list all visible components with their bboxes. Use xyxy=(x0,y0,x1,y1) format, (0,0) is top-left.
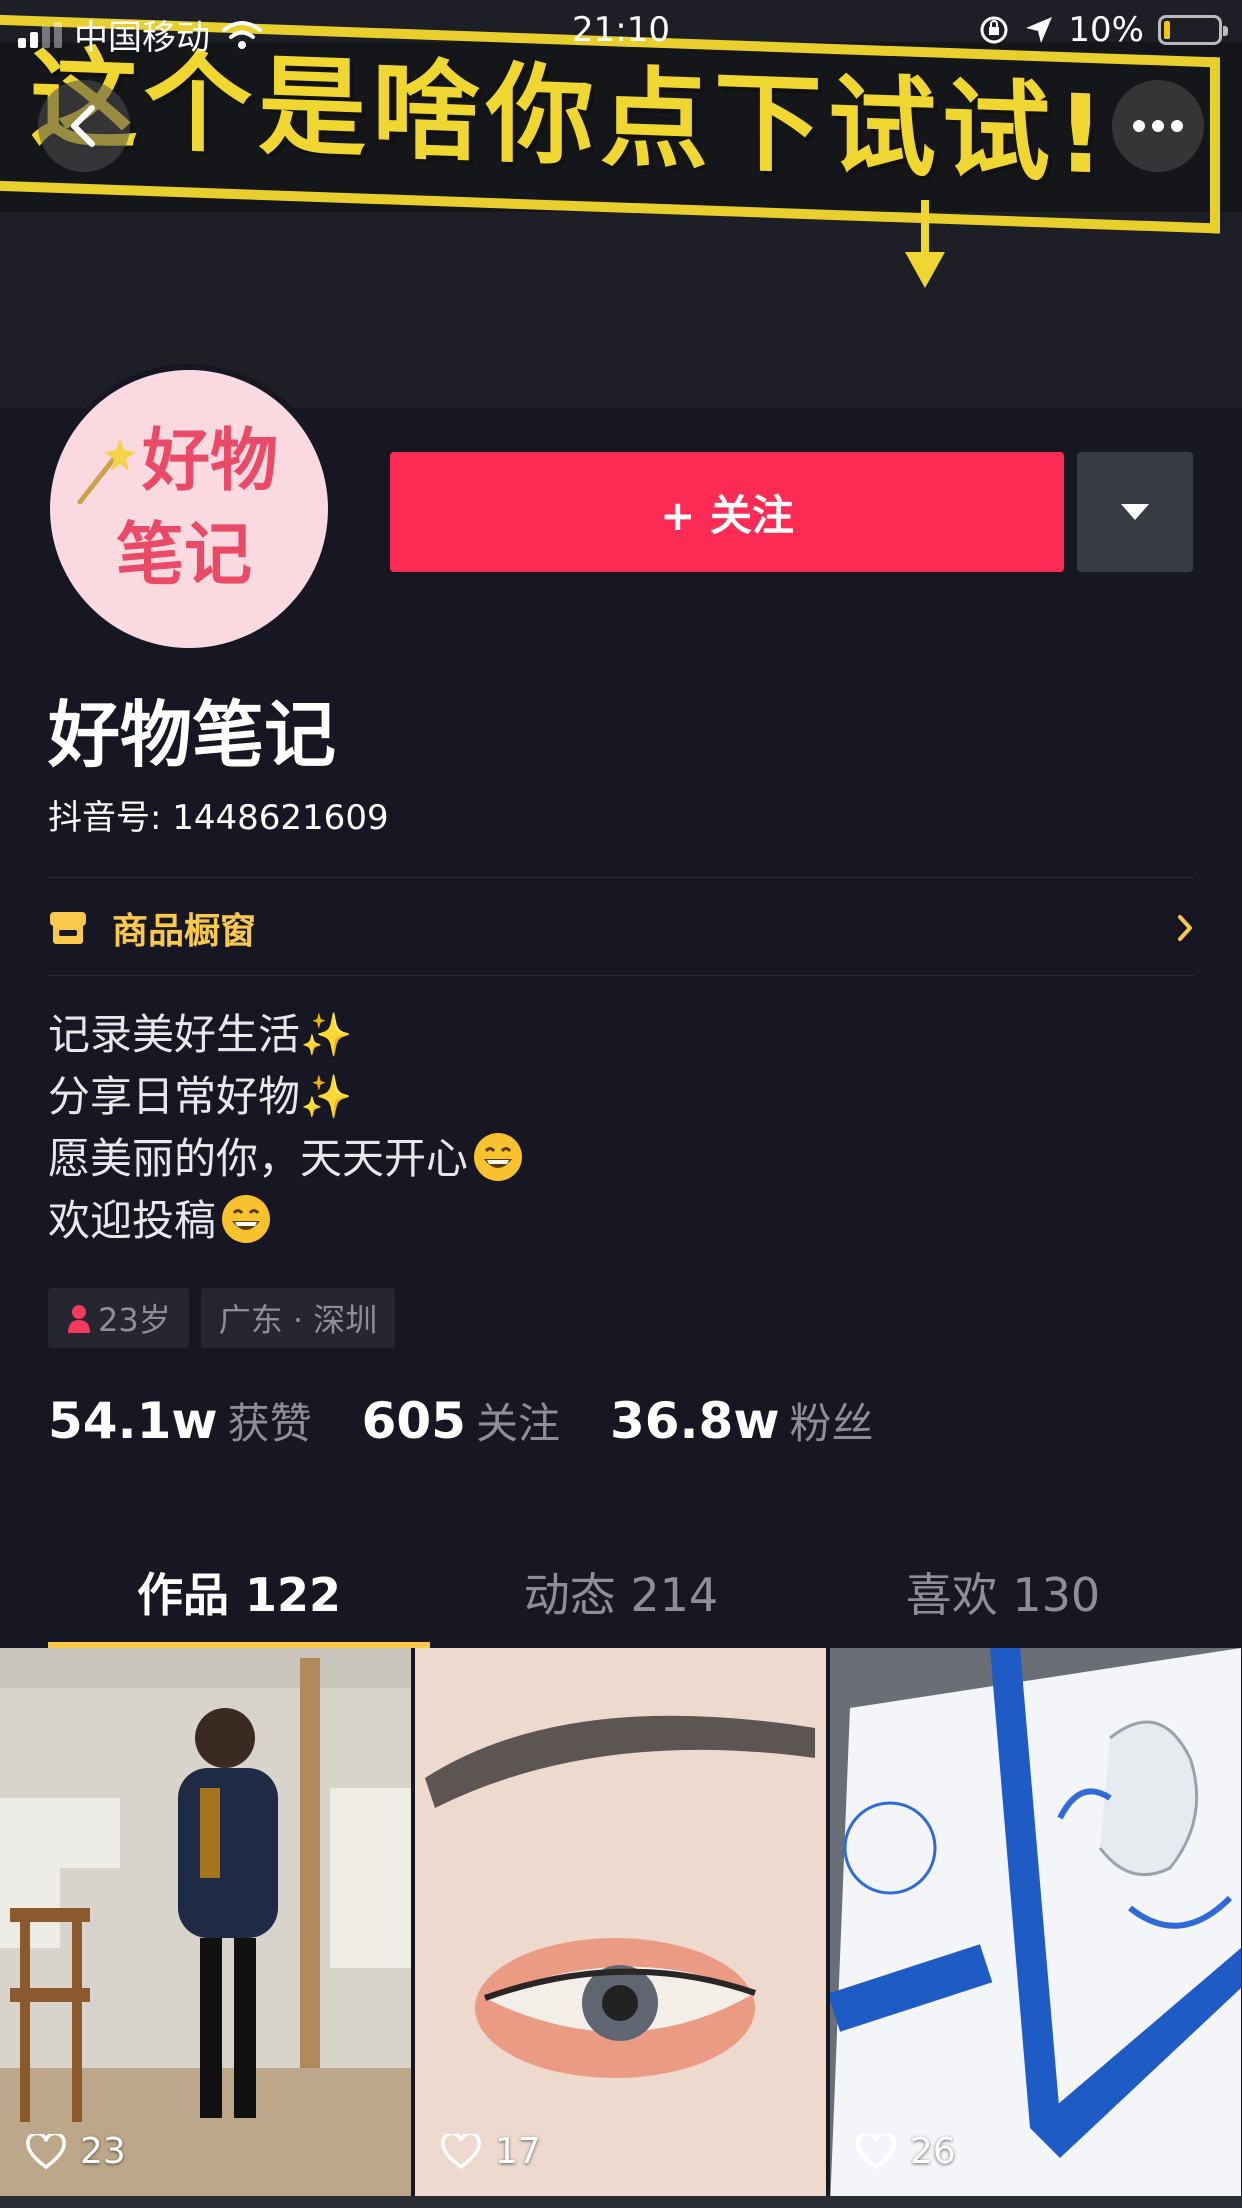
video-thumbnail[interactable]: 23 xyxy=(0,1648,411,2208)
video-thumbnail[interactable]: 17 xyxy=(415,1648,826,2208)
age-tag-label: 23岁 xyxy=(98,1301,171,1339)
content-tabs: 作品 122 动态 214 喜欢 130 xyxy=(48,1540,1194,1648)
video-likes-count: 23 xyxy=(80,2131,126,2172)
more-icon xyxy=(1133,120,1183,132)
status-right: 10% xyxy=(978,10,1228,50)
bio-line-text: 欢迎投稿 xyxy=(48,1196,217,1245)
next-row-edge xyxy=(0,2196,1242,2208)
follow-button[interactable]: + 关注 xyxy=(390,452,1064,572)
age-tag: 23岁 xyxy=(48,1288,189,1348)
video-likes-count: 26 xyxy=(910,2131,956,2172)
bio-line: 记录美好生活✨ xyxy=(48,1010,353,1059)
down-arrow-icon xyxy=(905,200,945,288)
recommend-dropdown-button[interactable] xyxy=(1077,452,1193,572)
more-button[interactable] xyxy=(1112,80,1204,172)
profile-tags: 23岁 广东 · 深圳 xyxy=(48,1288,396,1348)
divider xyxy=(48,975,1194,976)
heart-icon xyxy=(856,2133,896,2169)
location-icon xyxy=(1026,17,1053,43)
magic-wand-icon xyxy=(77,438,136,505)
shop-window-row[interactable]: 商品橱窗 xyxy=(48,878,1194,978)
video-grid: 23 17 26 xyxy=(0,1648,1242,2208)
heart-icon xyxy=(26,2133,66,2169)
profile-id: 抖音号: 1448621609 xyxy=(48,798,389,838)
avatar-text-line1: 好物 xyxy=(142,422,279,501)
female-icon xyxy=(68,1305,90,1333)
bio-line: 愿美丽的你，天天开心 xyxy=(48,1128,524,1190)
chevron-left-icon xyxy=(71,105,95,147)
cover-banner: 这个是啥你点下试试! xyxy=(0,0,1242,408)
stat-followers-label: 粉丝 xyxy=(789,1399,874,1448)
battery-icon xyxy=(1158,15,1228,45)
avatar-image: 好物 笔记 xyxy=(50,370,328,648)
grinning-face-icon xyxy=(474,1133,523,1181)
stat-likes-count: 54.1w xyxy=(48,1392,218,1450)
bio-line: 分享日常好物✨ xyxy=(48,1072,353,1121)
heart-icon xyxy=(441,2133,481,2169)
orientation-lock-icon xyxy=(980,16,1008,44)
profile-bio: 记录美好生活✨ 分享日常好物✨ 愿美丽的你，天天开心 欢迎投稿 xyxy=(48,1004,524,1252)
location-tag-label: 广东 · 深圳 xyxy=(218,1301,378,1339)
profile-name: 好物笔记 xyxy=(48,693,337,777)
status-bar: 中国移动 21:10 10% xyxy=(0,0,1242,60)
stat-following-label: 关注 xyxy=(475,1399,560,1448)
video-thumbnail[interactable]: 26 xyxy=(830,1648,1241,2208)
stat-likes: 54.1w 获赞 xyxy=(48,1390,312,1451)
grinning-face-icon xyxy=(222,1195,271,1243)
tab-works[interactable]: 作品 122 xyxy=(48,1540,430,1648)
video-likes: 23 xyxy=(26,2131,126,2172)
stat-following[interactable]: 605 关注 xyxy=(362,1390,560,1451)
stat-followers-count: 36.8w xyxy=(609,1392,780,1450)
video-likes: 17 xyxy=(441,2131,541,2172)
tab-moments[interactable]: 动态 214 xyxy=(430,1540,812,1644)
video-likes-count: 17 xyxy=(495,2131,541,2172)
stat-followers[interactable]: 36.8w 粉丝 xyxy=(610,1390,874,1451)
bio-line-text: 愿美丽的你，天天开心 xyxy=(48,1134,469,1183)
stat-likes-label: 获赞 xyxy=(227,1399,312,1448)
shop-icon xyxy=(50,912,86,944)
bio-line: 欢迎投稿 xyxy=(48,1190,524,1252)
thumbnail-image xyxy=(830,1648,1241,2208)
location-tag: 广东 · 深圳 xyxy=(200,1288,396,1348)
shop-window-label: 商品橱窗 xyxy=(112,911,257,952)
follow-button-label: + 关注 xyxy=(660,490,794,540)
chevron-right-icon xyxy=(1178,915,1192,941)
tab-likes[interactable]: 喜欢 130 xyxy=(812,1540,1194,1644)
back-button[interactable] xyxy=(38,80,130,172)
avatar-text-line2: 笔记 xyxy=(116,516,253,595)
battery-percent: 10% xyxy=(1068,10,1144,50)
avatar[interactable]: 好物 笔记 xyxy=(44,364,334,654)
thumbnail-image xyxy=(0,1648,411,2208)
profile-stats: 54.1w 获赞 605 关注 36.8w 粉丝 xyxy=(48,1390,924,1451)
thumbnail-image xyxy=(415,1648,826,2208)
stat-following-count: 605 xyxy=(361,1392,466,1450)
triangle-down-icon xyxy=(1121,504,1149,520)
video-likes: 26 xyxy=(856,2131,956,2172)
